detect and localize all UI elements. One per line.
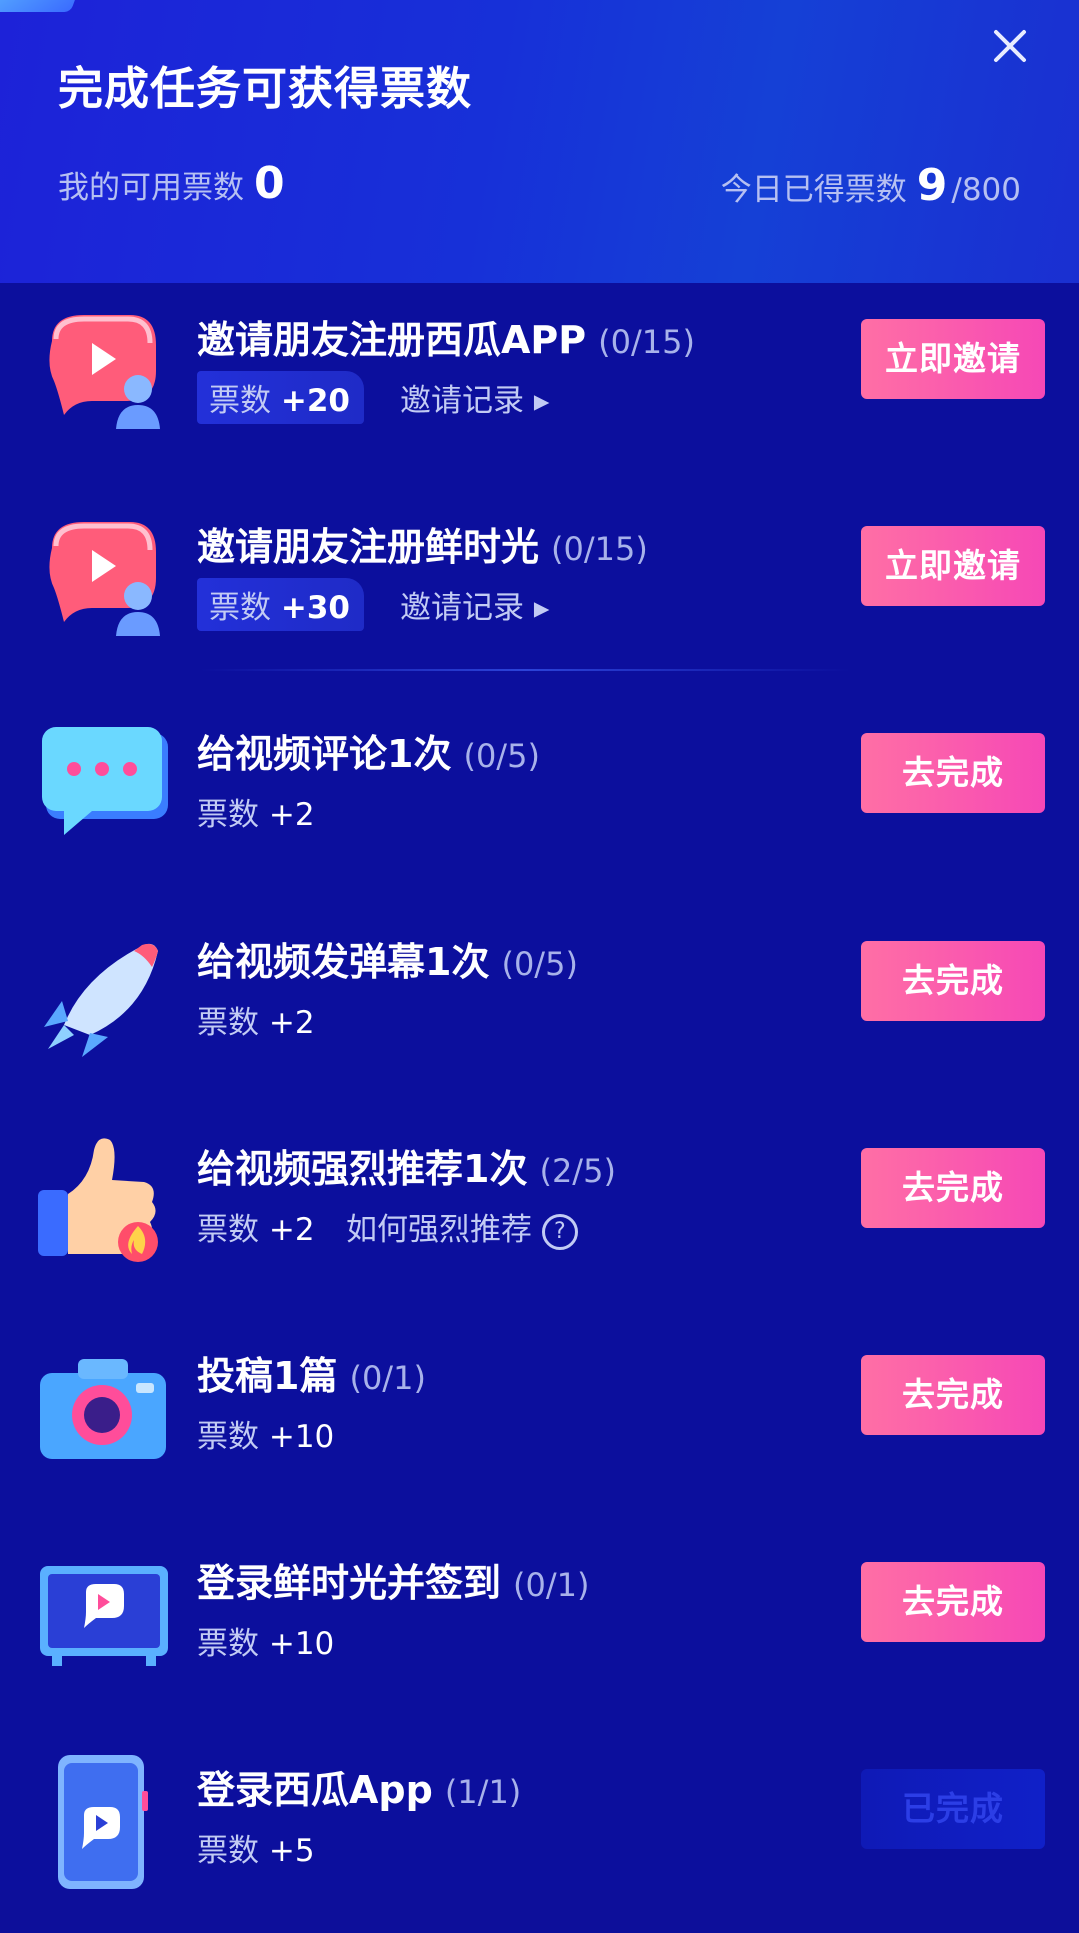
task-title-text: 邀请朋友注册西瓜APP	[197, 318, 587, 362]
task-title: 邀请朋友注册鲜时光 (0/15)	[197, 516, 648, 571]
today-votes-total: /800	[951, 172, 1021, 208]
task-title: 登录西瓜App (1/1)	[197, 1759, 521, 1814]
task-title: 登录鲜时光并签到 (0/1)	[197, 1552, 589, 1607]
task-title: 给视频强烈推荐1次 (2/5)	[197, 1138, 616, 1193]
go-complete-button[interactable]: 去完成	[861, 1355, 1045, 1435]
invite-record-link[interactable]: 邀请记录 ▸	[400, 375, 549, 420]
reward-text: 票数 +10	[197, 1411, 334, 1456]
triangle-right-icon: ▸	[533, 383, 550, 419]
close-icon[interactable]	[986, 22, 1034, 70]
task-item: 登录西瓜App (1/1) 票数 +5 已完成	[0, 1733, 1079, 1933]
go-complete-button[interactable]: 去完成	[861, 733, 1045, 813]
task-progress: (0/5)	[501, 945, 578, 983]
task-list: 邀请朋友注册西瓜APP (0/15) 票数 +20 邀请记录 ▸ 立即邀请 邀请朋…	[0, 283, 1079, 1890]
task-title-text: 给视频强烈推荐1次	[197, 1147, 528, 1191]
task-title: 给视频评论1次 (0/5)	[197, 723, 540, 778]
reward-label: 票数	[197, 1419, 259, 1455]
completed-button: 已完成	[861, 1769, 1045, 1849]
section-divider	[200, 669, 850, 671]
invite-record-label: 邀请记录	[400, 590, 524, 626]
today-votes-label: 今日已得票数	[720, 172, 907, 208]
tv-icon	[40, 1566, 168, 1666]
reward-label: 票数	[197, 797, 259, 833]
reward-label: 票数	[197, 1833, 259, 1869]
go-complete-button[interactable]: 去完成	[861, 1562, 1045, 1642]
reward-value: +2	[268, 1212, 315, 1248]
task-item: 给视频发弹幕1次 (0/5) 票数 +2 去完成	[0, 905, 1079, 1105]
thumbs-up-fire-icon	[38, 1138, 158, 1262]
today-votes-value: 9	[916, 160, 948, 211]
task-title-text: 邀请朋友注册鲜时光	[197, 525, 540, 569]
task-title-text: 给视频发弹幕1次	[197, 940, 490, 984]
invite-friend-icon	[49, 522, 160, 636]
task-item: 邀请朋友注册鲜时光 (0/15) 票数 +30 邀请记录 ▸ 立即邀请	[0, 490, 1079, 690]
reward-value: +10	[268, 1626, 335, 1662]
task-title-text: 登录西瓜App	[197, 1768, 433, 1812]
reward-value: +2	[268, 797, 315, 833]
task-progress: (0/5)	[463, 737, 540, 775]
question-circle-icon: ?	[541, 1213, 578, 1250]
task-item: 给视频评论1次 (0/5) 票数 +2 去完成	[0, 697, 1079, 897]
rocket-icon	[44, 943, 158, 1057]
task-title: 投稿1篇 (0/1)	[197, 1345, 426, 1400]
task-item: 给视频强烈推荐1次 (2/5) 票数 +2 如何强烈推荐 ? 去完成	[0, 1112, 1079, 1312]
task-progress: (0/1)	[349, 1359, 426, 1397]
task-progress: (0/15)	[598, 323, 695, 361]
my-votes: 我的可用票数 0	[58, 158, 285, 209]
panel-title: 完成任务可获得票数	[58, 62, 473, 115]
reward-label: 票数	[197, 1005, 259, 1041]
reward-text: 票数 +2	[197, 997, 315, 1042]
reward-text: 票数 +2	[197, 1204, 315, 1249]
task-progress: (0/1)	[513, 1566, 590, 1604]
reward-value: +2	[268, 1005, 315, 1041]
reward-chip: 票数 +20	[197, 371, 364, 424]
reward-label: 票数	[197, 1626, 259, 1662]
reward-text: 票数 +10	[197, 1618, 334, 1663]
reward-text: 票数 +5	[197, 1825, 315, 1870]
invite-now-button[interactable]: 立即邀请	[861, 319, 1045, 399]
task-title: 给视频发弹幕1次 (0/5)	[197, 931, 578, 986]
go-complete-button[interactable]: 去完成	[861, 941, 1045, 1021]
today-votes: 今日已得票数 9/800	[721, 160, 1021, 211]
comment-bubble-icon	[42, 727, 168, 835]
triangle-right-icon: ▸	[533, 590, 550, 626]
invite-now-button[interactable]: 立即邀请	[861, 526, 1045, 606]
how-to-recommend-link[interactable]: 如何强烈推荐 ?	[346, 1204, 578, 1250]
phone-icon	[58, 1755, 148, 1889]
task-title-text: 给视频评论1次	[197, 732, 452, 776]
reward-value: +20	[280, 383, 350, 419]
camera-icon	[40, 1359, 166, 1459]
reward-chip: 票数 +30	[197, 578, 364, 631]
task-item: 登录鲜时光并签到 (0/1) 票数 +10 去完成	[0, 1526, 1079, 1726]
panel-header: 完成任务可获得票数 我的可用票数 0 今日已得票数 9/800	[0, 0, 1079, 283]
corner-decoration	[0, 0, 90, 12]
my-votes-value: 0	[254, 158, 285, 209]
invite-record-label: 邀请记录	[400, 383, 524, 419]
my-votes-label: 我的可用票数	[58, 170, 244, 206]
task-item: 投稿1篇 (0/1) 票数 +10 去完成	[0, 1319, 1079, 1519]
reward-value: +5	[268, 1833, 315, 1869]
task-title-text: 投稿1篇	[197, 1354, 338, 1398]
reward-label: 票数	[197, 1212, 259, 1248]
task-progress: (2/5)	[539, 1152, 616, 1190]
task-title: 邀请朋友注册西瓜APP (0/15)	[197, 309, 695, 364]
invite-record-link[interactable]: 邀请记录 ▸	[400, 582, 549, 627]
reward-label: 票数	[209, 383, 271, 419]
task-item: 邀请朋友注册西瓜APP (0/15) 票数 +20 邀请记录 ▸ 立即邀请	[0, 283, 1079, 483]
how-to-recommend-label: 如何强烈推荐	[346, 1212, 532, 1248]
reward-text: 票数 +2	[197, 789, 315, 834]
invite-friend-icon	[49, 315, 160, 429]
task-progress: (1/1)	[444, 1773, 522, 1811]
reward-value: +30	[280, 590, 350, 626]
reward-value: +10	[268, 1419, 335, 1455]
reward-label: 票数	[209, 590, 271, 626]
task-title-text: 登录鲜时光并签到	[197, 1561, 502, 1605]
task-progress: (0/15)	[551, 530, 648, 568]
go-complete-button[interactable]: 去完成	[861, 1148, 1045, 1228]
